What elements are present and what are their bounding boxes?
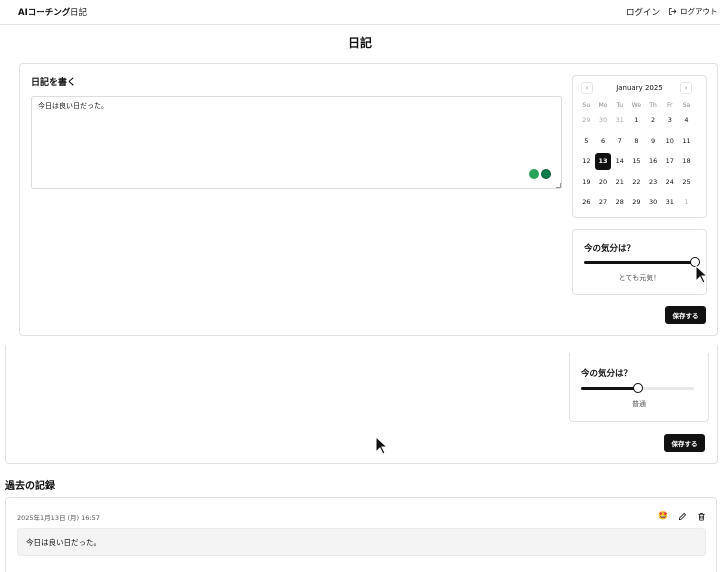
calendar-day[interactable]: 14 <box>611 153 628 170</box>
calendar-day[interactable]: 5 <box>578 133 595 150</box>
calendar-day[interactable]: 10 <box>661 133 678 150</box>
grammarly-icon[interactable] <box>541 169 551 179</box>
chevron-right-icon: › <box>684 84 688 92</box>
save-button-scrolled[interactable]: 保存する <box>664 434 705 452</box>
brand-link[interactable]: AIコーチング <box>18 6 70 18</box>
calendar-grid: Su Mo Tu We Th Fr Sa 29 30 31 1 2 3 4 5 6 7 8 9 10 11 12 13 14 1… <box>578 100 698 215</box>
calendar-day[interactable]: 7 <box>611 133 628 150</box>
mood-value-label-scrolled: 普通 <box>632 400 646 408</box>
entry-actions: 🤩 <box>658 511 706 521</box>
calendar-day[interactable]: 30 <box>595 112 612 129</box>
calendar-day[interactable]: 24 <box>661 174 678 191</box>
calendar-weekday: Fr <box>667 102 673 109</box>
diary-entry-card: 2025年1月13日 (月) 16:57 🤩 今日は良い日だった。 <box>5 497 717 572</box>
calendar-day[interactable]: 3 <box>661 112 678 129</box>
calendar-day[interactable]: 26 <box>578 194 595 211</box>
logout-button[interactable]: ログアウト <box>668 6 718 17</box>
trash-icon[interactable] <box>696 511 706 521</box>
calendar: ‹ January 2025 › Su Mo Tu We Th Fr Sa 29 30 31 1 2 3… <box>572 75 707 218</box>
calendar-next-button[interactable]: › <box>680 82 692 94</box>
calendar-week-row: 26 27 28 29 30 31 1 <box>578 194 698 215</box>
calendar-day[interactable]: 19 <box>578 174 595 191</box>
pin-icon[interactable] <box>529 169 539 179</box>
mood-emoji-icon: 🤩 <box>658 511 668 520</box>
entry-body: 今日は良い日だった。 <box>17 528 706 556</box>
past-records-title: 過去の記録 <box>5 481 55 492</box>
resize-grip-icon[interactable] <box>556 183 561 188</box>
calendar-weekday: Su <box>582 102 591 109</box>
calendar-day[interactable]: 9 <box>645 133 662 150</box>
logout-label: ログアウト <box>680 7 718 16</box>
nav-link-diary[interactable]: 日記 <box>70 6 87 18</box>
mood-slider-track[interactable] <box>584 261 695 264</box>
mood-value-label: とても元気！ <box>618 274 661 282</box>
mood-box-scrolled: 今の気分は？ 普通 <box>569 353 709 422</box>
mood-slider-fill-scrolled <box>581 387 638 390</box>
calendar-day[interactable]: 4 <box>678 112 695 129</box>
logout-icon <box>669 8 677 15</box>
calendar-week-row: 29 30 31 1 2 3 4 <box>578 112 698 133</box>
calendar-day[interactable]: 23 <box>645 174 662 191</box>
calendar-week-row: 19 20 21 22 23 24 25 <box>578 174 698 195</box>
calendar-day[interactable]: 28 <box>611 194 628 211</box>
calendar-day[interactable]: 2 <box>645 112 662 129</box>
calendar-day[interactable]: 25 <box>678 174 695 191</box>
calendar-weekday: Sa <box>682 102 691 109</box>
calendar-day[interactable]: 6 <box>595 133 612 150</box>
login-link[interactable]: ログイン <box>626 6 660 18</box>
write-diary-card-scrolled: 今の気分は？ 普通 保存する <box>5 345 718 464</box>
calendar-weekday: Mo <box>598 102 608 109</box>
calendar-day[interactable]: 20 <box>595 174 612 191</box>
page-title: 日記 <box>347 36 372 50</box>
calendar-day[interactable]: 18 <box>678 153 695 170</box>
calendar-day[interactable]: 22 <box>628 174 645 191</box>
calendar-day[interactable]: 29 <box>628 194 645 211</box>
calendar-day[interactable]: 1 <box>678 194 695 211</box>
calendar-day[interactable]: 21 <box>611 174 628 191</box>
calendar-week-row: 5 6 7 8 9 10 11 <box>578 133 698 154</box>
calendar-day[interactable]: 29 <box>578 112 595 129</box>
calendar-day[interactable]: 15 <box>628 153 645 170</box>
mood-title-scrolled: 今の気分は？ <box>581 369 633 379</box>
top-nav: AIコーチング 日記 ログイン ログアウト <box>0 0 720 25</box>
calendar-weekday-row: Su Mo Tu We Th Fr Sa <box>578 100 698 112</box>
calendar-weekday: Th <box>649 102 657 109</box>
calendar-weekday: Tu <box>616 102 623 109</box>
edit-icon[interactable] <box>677 511 687 521</box>
calendar-day[interactable]: 16 <box>645 153 662 170</box>
calendar-day[interactable]: 30 <box>645 194 662 211</box>
calendar-weekday: We <box>631 102 642 109</box>
textarea-extension-icons <box>529 169 551 179</box>
calendar-day[interactable]: 31 <box>611 112 628 129</box>
diary-textarea[interactable]: 今日は良い日だった。 <box>31 96 562 189</box>
calendar-day[interactable]: 31 <box>661 194 678 211</box>
mood-slider-thumb-scrolled[interactable] <box>632 383 643 393</box>
mouse-cursor-icon <box>695 265 709 284</box>
calendar-week-row: 12 13 14 15 16 17 18 <box>578 153 698 174</box>
write-diary-heading: 日記を書く <box>31 78 77 88</box>
mood-box: 今の気分は？ とても元気！ <box>572 229 707 295</box>
save-button[interactable]: 保存する <box>665 306 706 324</box>
entry-date: 2025年1月13日 (月) 16:57 <box>17 514 100 522</box>
calendar-day[interactable]: 8 <box>628 133 645 150</box>
mood-title: 今の気分は？ <box>584 244 636 254</box>
write-diary-card: 日記を書く 今日は良い日だった。 ‹ January 2025 › Su Mo Tu… <box>19 63 718 336</box>
calendar-day[interactable]: 11 <box>678 133 695 150</box>
calendar-day[interactable]: 27 <box>595 194 612 211</box>
mouse-cursor-icon <box>375 436 389 455</box>
calendar-day[interactable]: 13 <box>594 153 612 170</box>
calendar-day[interactable]: 17 <box>661 153 678 170</box>
calendar-day[interactable]: 1 <box>628 112 645 129</box>
calendar-day[interactable]: 12 <box>578 153 595 170</box>
